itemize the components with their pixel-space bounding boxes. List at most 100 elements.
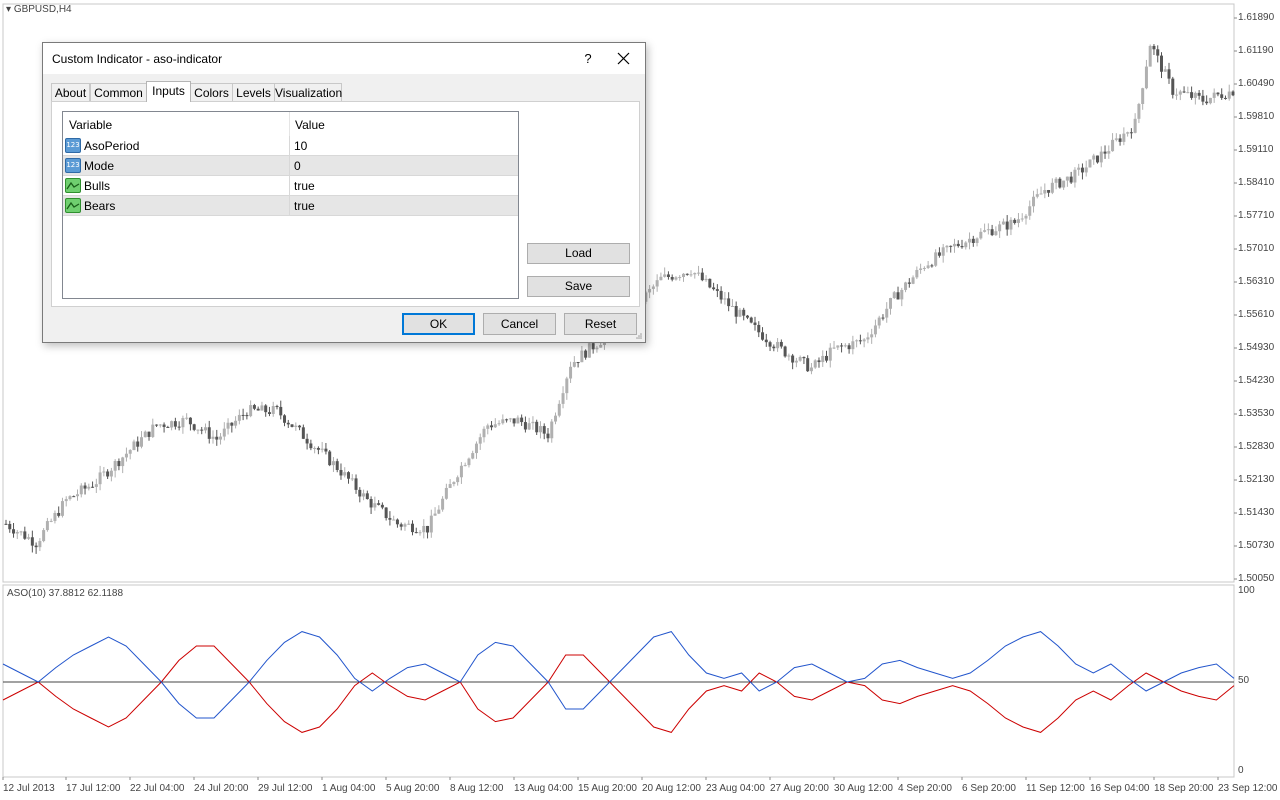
candle-body <box>806 358 810 372</box>
candle-body <box>196 429 200 431</box>
price-tick-label: 1.59110 <box>1238 144 1274 155</box>
candle-body <box>456 477 460 483</box>
tab-colors[interactable]: Colors <box>190 83 233 101</box>
variable-value[interactable]: 0 <box>294 159 301 173</box>
candle-body <box>1016 219 1020 223</box>
load-button[interactable]: Load <box>527 243 630 264</box>
cell-divider <box>289 176 290 196</box>
candle-body <box>166 426 170 428</box>
candle-body <box>1223 97 1227 99</box>
candle-body <box>230 422 234 426</box>
candle-body <box>1167 69 1171 79</box>
candle-body <box>339 469 343 476</box>
candle-body <box>1073 169 1077 183</box>
candle-body <box>505 419 509 421</box>
candle-body <box>234 420 238 426</box>
input-row-bears[interactable]: Bears true <box>63 196 518 216</box>
tab-about[interactable]: About <box>51 83 90 101</box>
chart-menu-arrow-icon[interactable]: ▾ <box>6 4 11 15</box>
variable-value[interactable]: 10 <box>294 139 307 153</box>
variable-name: Bulls <box>84 179 111 193</box>
candle-body <box>1220 94 1224 98</box>
candle-body <box>19 531 23 533</box>
ok-button[interactable]: OK <box>402 313 475 335</box>
custom-indicator-dialog: Custom Indicator - aso-indicator ? About… <box>42 42 646 343</box>
candle-body <box>1111 139 1115 152</box>
candle-body <box>98 472 102 485</box>
tab-common[interactable]: Common <box>90 83 147 101</box>
date-tick-label: 4 Sep 20:00 <box>898 783 952 794</box>
column-header-value[interactable]: Value <box>295 118 325 132</box>
candle-body <box>742 309 746 316</box>
column-header-variable[interactable]: Variable <box>69 118 112 132</box>
candle-body <box>354 478 358 490</box>
save-button[interactable]: Save <box>527 276 630 297</box>
symbol-label: ▾ GBPUSD,H4 <box>6 4 72 15</box>
tab-inputs[interactable]: Inputs <box>146 81 191 102</box>
input-row-mode[interactable]: 123 Mode 0 <box>63 156 518 176</box>
reset-button[interactable]: Reset <box>564 313 637 335</box>
candle-body <box>200 429 204 431</box>
candle-body <box>1141 88 1145 104</box>
candle-body <box>418 532 422 534</box>
candle-body <box>915 269 919 278</box>
candle-body <box>94 484 98 487</box>
candle-body <box>365 493 369 500</box>
inputs-grid[interactable]: Variable Value 123 AsoPeriod 10 123 Mode… <box>62 111 519 299</box>
input-row-asoperiod[interactable]: 123 AsoPeriod 10 <box>63 136 518 156</box>
candle-body <box>1020 218 1024 220</box>
symbol-text: GBPUSD,H4 <box>13 4 72 15</box>
candle-body <box>719 290 723 300</box>
candle-body <box>271 406 275 414</box>
candle-body <box>1227 91 1231 99</box>
candle-body <box>693 272 697 275</box>
candle-body <box>798 356 802 361</box>
help-button[interactable]: ? <box>573 49 603 69</box>
bears-line <box>2 631 1235 719</box>
candle-body <box>565 378 569 394</box>
candle-body <box>580 350 584 363</box>
candle-body <box>290 424 294 427</box>
candle-body <box>704 278 708 281</box>
candle-body <box>121 457 125 467</box>
candle-body <box>542 426 546 434</box>
candle-body <box>855 340 859 342</box>
price-tick-label: 1.61190 <box>1238 45 1274 56</box>
cell-divider <box>289 196 290 216</box>
column-divider[interactable] <box>289 112 290 136</box>
candle-body <box>678 277 682 279</box>
candle-body <box>117 461 121 467</box>
price-tick-label: 1.56310 <box>1238 276 1275 287</box>
candle-body <box>241 414 245 416</box>
candle-body <box>30 537 34 546</box>
bool-chart-icon <box>65 198 81 213</box>
variable-value[interactable]: true <box>294 199 315 213</box>
candle-body <box>738 309 742 317</box>
candle-body <box>1013 219 1017 223</box>
dialog-titlebar[interactable]: Custom Indicator - aso-indicator ? <box>43 43 645 74</box>
candle-body <box>1001 221 1005 225</box>
candle-body <box>840 345 844 347</box>
candle-body <box>821 355 825 363</box>
tab-visualization[interactable]: Visualization <box>274 83 342 101</box>
candle-body <box>712 287 716 290</box>
candle-body <box>316 447 320 450</box>
candle-body <box>313 447 317 449</box>
inputs-panel: Variable Value 123 AsoPeriod 10 123 Mode… <box>51 101 640 307</box>
candle-body <box>659 276 663 281</box>
date-tick-label: 11 Sep 12:00 <box>1026 783 1085 794</box>
close-button[interactable] <box>608 45 640 73</box>
candle-body <box>576 362 580 364</box>
cancel-button[interactable]: Cancel <box>483 313 556 335</box>
tab-levels[interactable]: Levels <box>232 83 275 101</box>
candle-body <box>825 355 829 361</box>
date-tick-label: 1 Aug 04:00 <box>322 783 376 794</box>
candle-body <box>264 405 268 413</box>
candle-body <box>294 425 298 427</box>
resize-grip-icon[interactable] <box>635 332 643 340</box>
variable-value[interactable]: true <box>294 179 315 193</box>
input-row-bulls[interactable]: Bulls true <box>63 176 518 196</box>
candle-body <box>1088 159 1092 168</box>
candle-body <box>764 339 768 343</box>
candle-body <box>132 441 136 451</box>
